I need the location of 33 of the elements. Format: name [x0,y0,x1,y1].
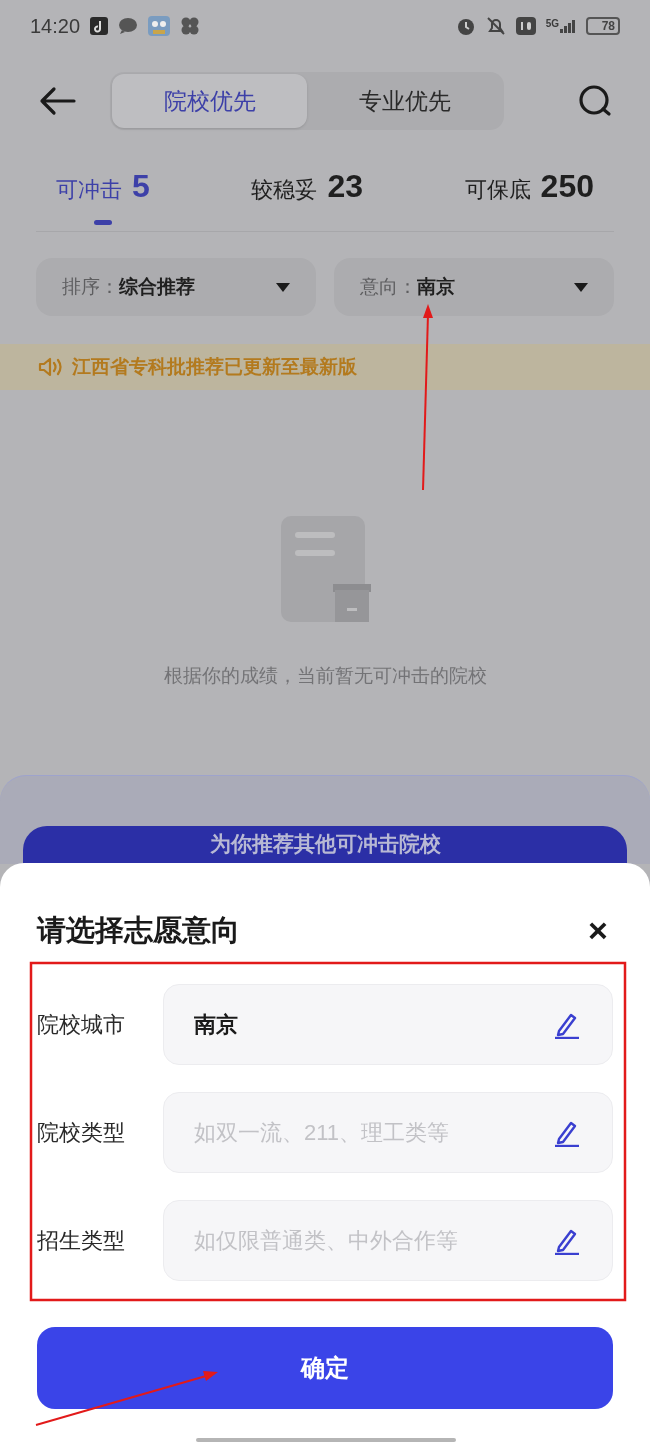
notice-text: 江西省专科批推荐已更新至最新版 [72,354,357,379]
app-icon [148,16,171,36]
close-button[interactable]: × [583,913,613,948]
dropdown-caret-icon [574,282,588,292]
stat-tab[interactable]: 可保底 250 [464,162,594,225]
input-field[interactable]: 南京 [163,984,613,1065]
stat-tab[interactable]: 可冲击 5 [56,162,150,225]
status-time: 14:20 [30,14,81,39]
muted-bell-icon [485,16,506,36]
filter-dropdown[interactable]: 意向：南京 [334,258,614,316]
app-icon [180,16,201,36]
chat-icon [118,17,139,35]
field-label: 院校城市 [37,1011,126,1039]
app-icon [90,17,109,35]
speaker-icon [38,356,64,378]
signal-icon [560,19,576,33]
sheet-title: 请选择志愿意向 [37,912,240,948]
confirm-button[interactable]: 确定 [37,1327,613,1409]
field-label: 招生类型 [37,1227,126,1255]
mode-tab[interactable]: 院校优先 [112,74,307,128]
alarm-icon [455,16,476,36]
empty-state-message: 根据你的成绩，当前暂无可冲击的院校 [163,664,487,688]
stat-tab[interactable]: 较稳妥 23 [251,162,363,225]
recommend-button[interactable]: 为你推荐其他可冲击院校 [23,825,627,864]
hd-icon [515,17,536,35]
back-arrow-icon [38,86,76,116]
dropdown-caret-icon [276,282,290,292]
battery-indicator: 78 [586,17,620,35]
network-label: 5G [545,19,559,29]
field-label: 院校类型 [37,1119,126,1147]
filter-dropdown[interactable]: 排序：综合推荐 [36,258,316,316]
mode-tab[interactable]: 专业优先 [307,74,502,128]
search-icon [578,84,612,118]
